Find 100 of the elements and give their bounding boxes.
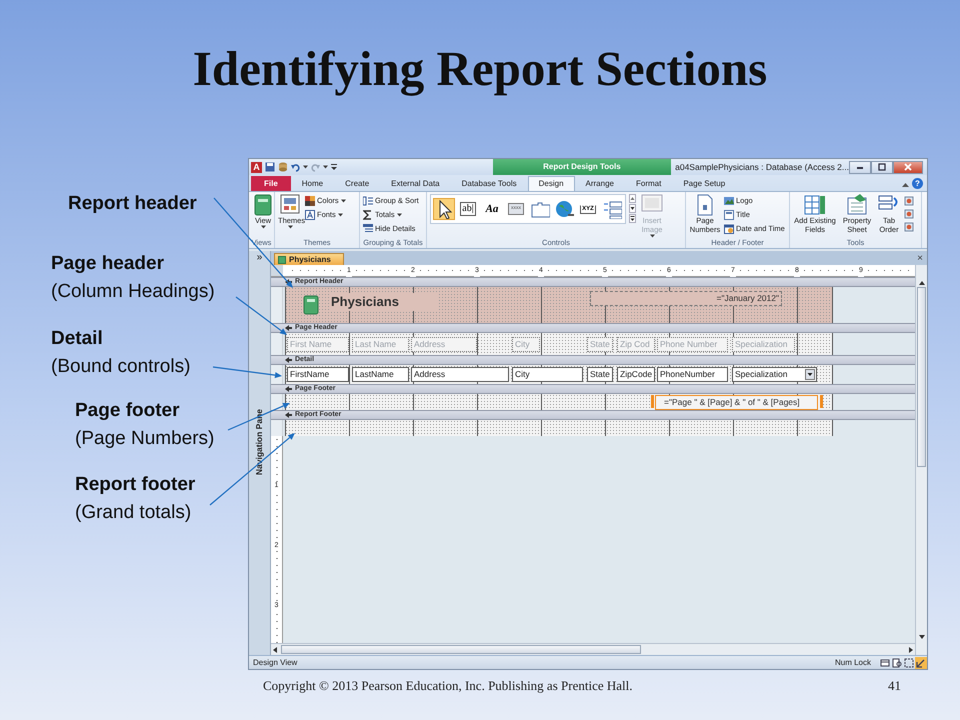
bound-text-box[interactable]: State	[587, 367, 613, 382]
scrollbar-thumb[interactable]	[917, 287, 926, 467]
label-control[interactable]: Aa	[481, 198, 503, 220]
caret-icon	[323, 165, 328, 169]
title-icon	[724, 210, 734, 220]
callout-note: (Page Numbers)	[75, 427, 214, 451]
help-button[interactable]: ?	[912, 178, 923, 189]
view-switch-button[interactable]	[915, 656, 927, 668]
undo-icon	[291, 162, 300, 172]
save-icon	[265, 162, 275, 172]
callout-note: (Column Headings)	[51, 280, 215, 304]
ribbon-tab[interactable]: Create	[334, 176, 380, 191]
scrollbar-thumb[interactable]	[281, 645, 641, 654]
property-sheet-icon	[846, 194, 868, 216]
callout-arrow	[228, 403, 290, 431]
page-number: 41	[888, 678, 901, 694]
scroll-down-icon	[918, 633, 926, 641]
section-selector-icon	[285, 386, 292, 392]
colors-icon	[305, 196, 315, 206]
add-fields-icon	[804, 194, 826, 216]
status-text: Design View	[253, 656, 298, 668]
callout-heading: Report footer	[75, 473, 196, 497]
callout-heading: Report header	[68, 192, 197, 216]
expression-control[interactable]: ="January 2012"	[590, 291, 782, 306]
callout-heading: Page footer	[75, 399, 180, 423]
expression-control[interactable]: ="Page " & [Page] & " of " & [Pages]	[655, 395, 818, 410]
report-logo-icon	[303, 295, 319, 315]
contextual-tab-header: Report Design Tools	[492, 159, 672, 175]
bound-combo-box[interactable]: Specialization	[732, 367, 817, 382]
callout-heading: Detail	[51, 327, 103, 351]
text-box-glyph: ab|	[460, 202, 476, 216]
bound-text-box[interactable]: FirstName	[287, 367, 349, 382]
tool-button[interactable]	[904, 207, 914, 220]
callout-note: (Grand totals)	[75, 501, 192, 525]
maximize-icon	[877, 162, 887, 172]
scroll-down-icon	[629, 204, 636, 213]
vertical-ruler	[271, 394, 283, 410]
resize-handle-icon	[651, 395, 654, 408]
close-icon	[903, 162, 913, 172]
bound-text-box[interactable]: Address	[411, 367, 509, 382]
ribbon-tab[interactable]: Page Setup	[672, 176, 736, 191]
vertical-scrollbar[interactable]	[915, 265, 927, 655]
copyright-text: Copyright © 2013 Pearson Education, Inc. Publishing as Prentice Hall.	[263, 678, 632, 694]
ribbon-tab[interactable]: Arrange	[574, 176, 625, 191]
section-selector-icon	[285, 412, 292, 418]
logo-icon	[724, 196, 734, 206]
ribbon-tab[interactable]: Database Tools	[450, 176, 528, 191]
app-logo: A	[251, 162, 262, 172]
report-title: Physicians	[329, 293, 439, 311]
customize-icon	[331, 163, 337, 171]
resize-handle-icon	[820, 395, 823, 408]
document-tab[interactable]: Physicians	[274, 253, 344, 265]
hyperlink-icon	[554, 199, 574, 219]
horizontal-scrollbar[interactable]	[271, 643, 915, 655]
hyperlink-tool[interactable]	[553, 198, 575, 220]
view-icon	[252, 194, 274, 216]
maximize-button[interactable]	[871, 160, 893, 174]
vertical-ruler	[271, 287, 283, 323]
vertical-ruler	[271, 333, 283, 355]
caret-icon	[303, 165, 308, 169]
sum-icon	[363, 210, 373, 220]
ribbon-tab[interactable]: Format	[624, 176, 672, 191]
view-switch-button[interactable]	[903, 656, 915, 668]
database-icon	[278, 162, 288, 172]
date-time-icon	[724, 224, 734, 234]
report-icon	[278, 256, 286, 264]
bound-text-box[interactable]: ZipCode	[617, 367, 655, 382]
minimize-button[interactable]	[849, 160, 871, 174]
hide-details-icon	[363, 224, 373, 234]
callout-heading: Page header	[51, 252, 164, 276]
close-tab-button[interactable]: ×	[917, 253, 927, 265]
themes-icon	[279, 194, 301, 216]
label-glyph: Aa	[486, 203, 498, 215]
close-button[interactable]	[893, 160, 923, 174]
group-sort-icon	[363, 196, 373, 206]
bound-text-box[interactable]: City	[512, 367, 583, 382]
scroll-up-icon	[629, 194, 636, 203]
callout-arrow	[236, 296, 287, 335]
ribbon-tab[interactable]: File	[251, 176, 291, 191]
fonts-icon	[305, 210, 315, 220]
text-box-control[interactable]: ab|	[457, 198, 479, 220]
tool-button[interactable]	[904, 220, 914, 233]
combo-value: Specialization	[735, 368, 788, 381]
tool-button[interactable]	[904, 194, 914, 207]
section-selector-icon	[285, 325, 292, 331]
bound-text-box[interactable]: PhoneNumber	[657, 367, 728, 382]
slide-title: Identifying Report Sections	[192, 41, 768, 96]
bound-text-box[interactable]: LastName	[352, 367, 409, 382]
view-switch-button[interactable]	[891, 656, 903, 668]
ribbon-tab[interactable]: External Data	[380, 176, 451, 191]
more-icon	[629, 214, 636, 223]
status-indicator: Num Lock	[834, 656, 871, 668]
view-switch-button[interactable]	[879, 656, 891, 668]
select-pointer-tool[interactable]	[433, 198, 455, 220]
pane-label: Navigation Pane	[253, 409, 266, 476]
callout-note: (Bound controls)	[51, 355, 190, 379]
ribbon-tab[interactable]: Home	[290, 176, 334, 191]
ribbon-tab[interactable]: Design	[528, 176, 575, 191]
callout-arrow	[212, 366, 282, 378]
redo-icon	[311, 162, 320, 172]
